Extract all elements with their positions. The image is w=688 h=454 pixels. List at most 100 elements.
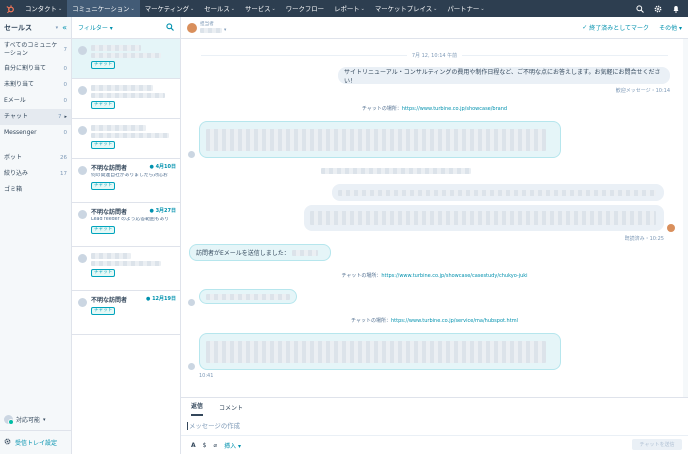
conversation-preview: 何の関連自社がありましたら対応お <box>91 173 168 178</box>
nav-conversations[interactable]: コミュニケーション ⌄ <box>67 0 140 17</box>
chat-location-link[interactable]: https://www.turbine.co.jp/showcase/brand <box>402 106 507 112</box>
nav-contacts[interactable]: コンタクト ⌄ <box>20 0 67 17</box>
visitor-message <box>199 121 561 158</box>
attachment-icon[interactable]: ⌀ <box>213 442 217 449</box>
send-chat-button[interactable]: チャットを送信 <box>632 439 682 450</box>
collapse-icon[interactable]: « <box>62 23 67 32</box>
nav-label: サービス <box>244 5 271 13</box>
search-icon[interactable] <box>635 4 644 13</box>
message-meta: 既読済み・10:25 <box>624 236 664 242</box>
redacted-email <box>291 249 318 256</box>
agent-avatar <box>667 224 675 232</box>
chevron-down-icon: ⌄ <box>230 5 235 12</box>
conversation-list: フィルター ▾ チャット チャット チャット 不明な訪問者 ● 4月10日 何の関 <box>72 17 181 454</box>
sidebar-item-messenger[interactable]: Messenger 0 <box>0 125 71 141</box>
mark-closed-button[interactable]: ✓ 終了済みとしてマーク <box>582 23 649 32</box>
search-icon[interactable] <box>166 22 174 33</box>
channel-tag: チャット <box>91 307 116 315</box>
hubspot-logo-icon[interactable] <box>0 0 20 17</box>
sidebar-item-count: 7 <box>57 114 62 120</box>
availability-status[interactable]: 対応可能 ▾ <box>0 415 72 425</box>
tab-comment[interactable]: コメント <box>219 403 243 416</box>
message-thread: 7月 12, 10:14 午前 サイトリニューアル・コンサルティングの費用や制作… <box>181 39 688 397</box>
avatar <box>78 126 87 135</box>
redacted-name <box>91 85 153 91</box>
redacted-message <box>338 189 656 196</box>
nav-partner[interactable]: パートナー ⌄ <box>442 0 489 17</box>
nav-marketplace[interactable]: マーケットプレイス ⌄ <box>370 0 443 17</box>
mark-closed-label: 終了済みとしてマーク <box>589 25 650 32</box>
conversation-item[interactable]: チャット <box>72 247 180 291</box>
date-label: 4月10日 <box>155 164 176 170</box>
redacted-name <box>91 253 131 259</box>
message-input[interactable]: メッセージの作成 <box>181 416 688 436</box>
sidebar-item-email[interactable]: Eメール 0 <box>0 93 71 109</box>
text-format-icon[interactable]: A <box>191 442 196 449</box>
redacted-assignee <box>200 28 222 33</box>
nav-marketing[interactable]: マーケティング ⌄ <box>140 0 199 17</box>
conversation-item[interactable]: 不明な訪問者 ● 3月27日 Lead feeder のよう応答範囲もあり チャッ… <box>72 203 180 247</box>
chat-location-link[interactable]: https://www.turbine.co.jp/showcase/cases… <box>381 273 527 279</box>
chevron-down-icon: ⌄ <box>433 5 438 12</box>
top-nav: コンタクト ⌄ コミュニケーション ⌄ マーケティング ⌄ セールス ⌄ サービス ⌄ ワ… <box>0 0 688 17</box>
nav-reports[interactable]: レポート ⌄ <box>329 0 370 17</box>
sidebar-item-filtered[interactable]: 絞り込み 17 <box>0 166 71 182</box>
chevron-down-icon: ⌄ <box>130 5 135 12</box>
channel-tag: チャット <box>91 141 116 149</box>
visitor-avatar <box>188 363 195 370</box>
redacted-message <box>206 128 546 151</box>
thread-scrollbar[interactable] <box>683 39 688 397</box>
sidebar-item-bots[interactable]: ボット 26 <box>0 150 71 166</box>
conversation-item[interactable]: 不明な訪問者 ● 4月10日 何の関連自社がありましたら対応お チャット <box>72 159 180 203</box>
nav-label: ワークフロー <box>285 5 325 13</box>
nav-service[interactable]: サービス ⌄ <box>240 0 281 17</box>
gear-icon[interactable] <box>653 4 662 13</box>
check-icon: ✓ <box>582 24 588 31</box>
redacted-note <box>321 168 471 174</box>
sidebar-item-label: Messenger <box>4 129 37 136</box>
more-dropdown[interactable]: その他 ▾ <box>659 23 682 32</box>
redacted-preview <box>91 93 165 98</box>
assignee-avatar <box>187 22 197 33</box>
sidebar-item-label: すべてのコミュニケーション <box>4 42 58 57</box>
sidebar-item-count: 0 <box>63 66 68 72</box>
conversation-item[interactable]: チャット <box>72 79 180 119</box>
chevron-down-icon: ⌄ <box>189 5 195 12</box>
inbox-title[interactable]: セールス <box>4 23 32 33</box>
avatar <box>78 254 87 263</box>
conversation-item[interactable]: 不明な訪問者 ● 12月19日 チャット <box>72 291 180 335</box>
avatar <box>78 86 87 95</box>
bell-icon[interactable] <box>671 4 680 13</box>
assignee-dropdown[interactable]: 担当者 ▾ <box>200 22 226 34</box>
tab-reply[interactable]: 返信 <box>191 401 204 416</box>
conversation-item[interactable]: チャット <box>72 119 180 159</box>
chat-location-link[interactable]: https://www.turbine.co.jp/service/ma/hub… <box>391 318 518 324</box>
dollar-icon[interactable]: $ <box>203 442 207 449</box>
conversation-item[interactable]: チャット <box>72 39 180 79</box>
sidebar-item-count: 0 <box>63 98 68 104</box>
sidebar-item-assigned-to-me[interactable]: 自分に割り当て 0 <box>0 61 71 77</box>
sidebar-item-trash[interactable]: ゴミ箱 <box>0 182 71 198</box>
chat-location-label: チャットの場所： <box>341 273 382 279</box>
date-label: 3月27日 <box>155 208 176 214</box>
sidebar-item-count: 7 <box>63 47 68 53</box>
conversation-preview: Lead feeder のよう応答範囲もあり <box>91 217 170 222</box>
caret-right-icon: ▸ <box>64 114 67 120</box>
nav-sales[interactable]: セールス ⌄ <box>199 0 240 17</box>
chevron-down-icon[interactable]: ▾ <box>56 25 59 31</box>
sidebar-item-count: 0 <box>63 82 68 88</box>
chat-location-label: チャットの場所： <box>361 106 402 112</box>
gear-icon <box>4 438 11 447</box>
nav-workflow[interactable]: ワークフロー <box>281 0 329 17</box>
sidebar-item-all[interactable]: すべてのコミュニケーション 7 <box>0 39 71 61</box>
insert-dropdown[interactable]: 挿入 ▾ <box>224 441 241 450</box>
inbox-settings-link[interactable]: 受信トレイ設定 <box>0 430 72 454</box>
nav-label: レポート <box>334 5 360 13</box>
sidebar-item-unassigned[interactable]: 未割り当て 0 <box>0 77 71 93</box>
filter-dropdown[interactable]: フィルター ▾ <box>78 23 113 32</box>
sidebar-item-chat[interactable]: チャット 7 ▸ <box>0 109 71 125</box>
message-meta: 歓迎メッセージ・10:14 <box>615 88 670 94</box>
inbox-settings-label: 受信トレイ設定 <box>15 440 58 447</box>
avatar <box>78 46 87 55</box>
sidebar-item-count: 26 <box>60 155 67 161</box>
